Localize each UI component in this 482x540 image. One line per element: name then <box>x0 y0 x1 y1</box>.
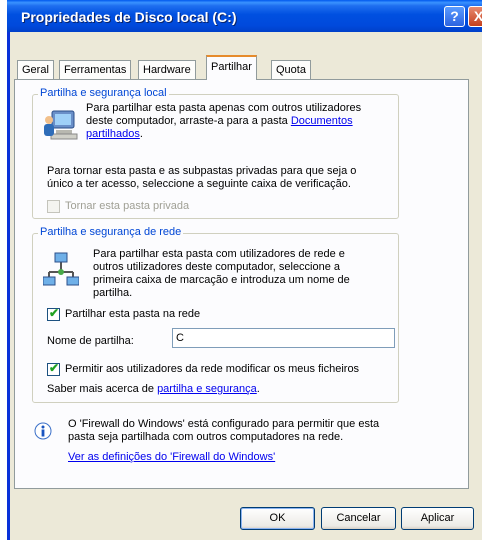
share-name-input[interactable]: C <box>172 328 395 348</box>
private-folder-checkbox[interactable] <box>47 200 60 213</box>
learn-more-suffix: . <box>256 383 260 395</box>
firewall-line1: O 'Firewall do Windows' está configurado… <box>68 418 380 430</box>
network-desc-line3: primeira caixa de marcação e introduza u… <box>93 274 350 286</box>
cancel-button[interactable]: Cancelar <box>321 507 396 530</box>
private-description: Para tornar esta pasta e as subpastas pr… <box>47 165 397 191</box>
title-bar[interactable]: Propriedades de Disco local (C:) ? X <box>7 0 482 32</box>
checkmark-icon: ✔ <box>49 306 60 320</box>
learn-more-prefix: Saber mais acerca de <box>47 383 158 395</box>
network-desc-line4: partilha. <box>93 287 133 299</box>
sharing-security-link[interactable]: partilha e segurança <box>157 383 257 395</box>
network-desc-line1: Para partilhar esta pasta com utilizador… <box>93 248 345 260</box>
shared-documents-link-part1[interactable]: Documentos <box>291 115 353 127</box>
share-folder-checkbox[interactable]: ✔ <box>47 306 60 321</box>
local-desc-line2-text: deste computador, arraste-a para a pasta <box>86 115 291 127</box>
local-desc-line2: deste computador, arraste-a para a pasta… <box>86 115 401 128</box>
share-name-label: Nome de partilha: <box>47 335 134 347</box>
private-desc-line1: Para tornar esta pasta e as subpastas pr… <box>47 165 357 177</box>
local-sharing-legend: Partilha e segurança local <box>38 87 169 99</box>
firewall-settings-link[interactable]: Ver as definições do 'Firewall do Window… <box>68 451 408 464</box>
local-desc-line3: partilhados. <box>86 128 401 141</box>
close-button[interactable]: X <box>468 6 482 27</box>
info-icon <box>34 422 52 440</box>
tab-partilhar[interactable]: Partilhar <box>206 55 257 80</box>
apply-button[interactable]: Aplicar <box>401 507 474 530</box>
network-sharing-legend: Partilha e segurança de rede <box>38 226 184 238</box>
network-desc-line2: outros utilizadores deste computador, se… <box>93 261 341 273</box>
tab-geral[interactable]: Geral <box>17 60 54 79</box>
local-desc-line3-suffix: . <box>139 128 143 140</box>
share-folder-label: Partilhar esta pasta na rede <box>65 308 201 320</box>
firewall-info: O 'Firewall do Windows' está configurado… <box>68 418 408 464</box>
ok-button[interactable]: OK <box>240 507 315 530</box>
private-folder-label: Tornar esta pasta privada <box>65 200 190 212</box>
computer-users-icon <box>44 110 78 140</box>
network-icon <box>43 252 79 286</box>
window-title: Propriedades de Disco local (C:) <box>21 9 237 25</box>
network-sharing-description: Para partilhar esta pasta com utilizador… <box>93 248 398 300</box>
allow-modify-checkbox[interactable]: ✔ <box>47 361 60 376</box>
tab-hardware[interactable]: Hardware <box>138 60 196 79</box>
help-button[interactable]: ? <box>444 6 465 27</box>
local-desc-line1: Para partilhar esta pasta apenas com out… <box>86 102 362 114</box>
checkmark-icon: ✔ <box>49 361 60 375</box>
private-desc-line2: único a ter acesso, seleccione a seguint… <box>47 178 351 190</box>
tab-ferramentas[interactable]: Ferramentas <box>59 60 132 79</box>
local-sharing-description: Para partilhar esta pasta apenas com out… <box>86 102 401 141</box>
allow-modify-label: Permitir aos utilizadores da rede modifi… <box>65 363 360 375</box>
close-icon: X <box>473 8 482 24</box>
learn-more-text: Saber mais acerca de partilha e seguranç… <box>47 383 260 395</box>
help-icon: ? <box>450 8 459 24</box>
tab-quota[interactable]: Quota <box>271 60 311 79</box>
firewall-line2: pasta seja partilhada com outros computa… <box>68 431 344 443</box>
shared-documents-link-part2[interactable]: partilhados <box>86 128 140 140</box>
